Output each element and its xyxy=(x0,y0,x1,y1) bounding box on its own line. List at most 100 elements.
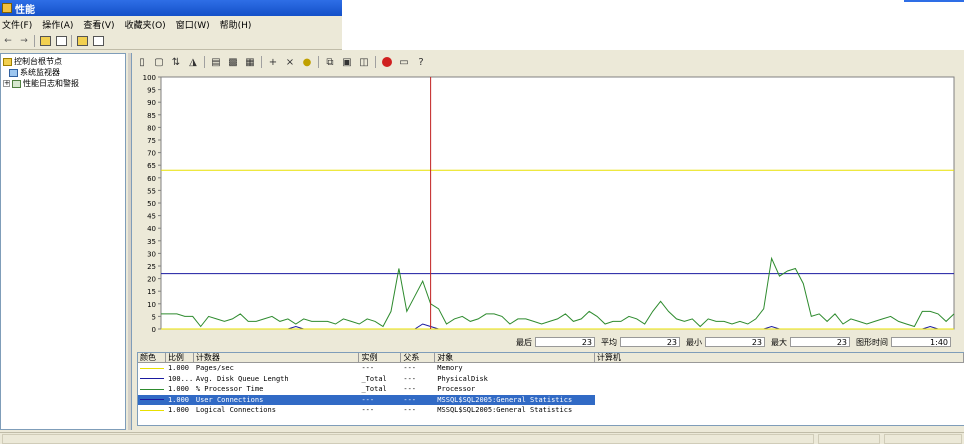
highlight-icon[interactable]: ● xyxy=(301,56,313,68)
delete-counter-icon[interactable]: × xyxy=(284,56,296,68)
folder-icon xyxy=(3,57,12,66)
new-counter-set-icon[interactable]: ▯ xyxy=(136,56,148,68)
y-tick-label: 80 xyxy=(147,124,156,132)
tree-item-system-monitor[interactable]: 系统监视器 xyxy=(3,67,123,78)
table-row[interactable]: 1.000 Pages/sec --- --- Memory xyxy=(138,363,964,374)
graph-svg: 0 5 10 15 20 25 30 35 40 45 50 55 60 65 70 75 80 85 90 95 10… xyxy=(143,74,955,334)
col-computer[interactable]: 计算机 xyxy=(595,353,964,362)
update-data-icon[interactable]: ▭ xyxy=(398,56,410,68)
table-header: 颜色 比例 计数器 实例 父系 对象 计算机 xyxy=(138,353,964,363)
toolbar-separator xyxy=(261,56,262,68)
view-log-data-icon[interactable]: ◮ xyxy=(187,56,199,68)
table-row[interactable]: 1.000 Logical Connections --- --- MSSQL$… xyxy=(138,405,964,416)
title-bar: 性能 xyxy=(0,0,342,16)
duration-label: 图形时间 xyxy=(856,337,888,347)
clear-display-icon[interactable]: ▢ xyxy=(153,56,165,68)
y-tick-label: 15 xyxy=(147,288,156,296)
up-folder-icon[interactable] xyxy=(39,35,51,47)
view-current-activity-icon[interactable]: ⇅ xyxy=(170,56,182,68)
scale-cell: 1.000 xyxy=(167,395,190,404)
color-swatch-cell xyxy=(138,395,166,406)
tree-item-root[interactable]: 控制台根节点 xyxy=(3,56,123,67)
help-icon[interactable] xyxy=(76,35,88,47)
forward-arrow-icon[interactable]: → xyxy=(18,35,30,47)
scale-cell: 1.000 xyxy=(167,364,190,372)
y-tick-label: 5 xyxy=(152,313,156,321)
table-row-selected[interactable]: 1.000 User Connections --- --- MSSQL$SQL… xyxy=(138,394,964,406)
status-pane xyxy=(2,434,814,444)
console-tree: 控制台根节点 系统监视器 + 性能日志和警报 xyxy=(0,53,126,430)
object-cell: MSSQL$SQL2005:General Statistics xyxy=(437,395,573,404)
duration-value: 1:40 xyxy=(891,337,951,347)
view-histogram-icon[interactable]: ▩ xyxy=(227,56,239,68)
object-cell: MSSQL$SQL2005:General Statistics xyxy=(437,406,573,414)
col-scale[interactable]: 比例 xyxy=(166,353,194,362)
help-icon[interactable]: ? xyxy=(415,56,427,68)
object-cell: PhysicalDisk xyxy=(437,374,488,383)
instance-cell: _Total xyxy=(361,374,387,383)
copy-properties-icon[interactable]: ⧉ xyxy=(324,56,336,68)
max-value: 23 xyxy=(790,337,850,347)
col-counter[interactable]: 计数器 xyxy=(194,353,360,362)
menu-view[interactable]: 查看(V) xyxy=(83,18,114,31)
toolbar-separator xyxy=(71,34,72,47)
monitor-toolbar: ▯ ▢ ⇅ ◮ ▤ ▩ ▦ + × ● ⧉ ▣ ◫ ▭ ? xyxy=(132,53,964,71)
plot-area xyxy=(160,76,955,330)
main-toolbar: ← → xyxy=(0,32,342,50)
parent-cell: --- xyxy=(403,374,417,383)
computer-cell xyxy=(595,363,964,374)
view-graph-icon[interactable]: ▤ xyxy=(210,56,222,68)
scale-cell: 1.000 xyxy=(167,406,190,414)
counter-cell: Logical Connections xyxy=(195,406,276,414)
toolbar-separator xyxy=(318,56,319,68)
menu-file[interactable]: 文件(F) xyxy=(2,18,32,31)
instance-cell: --- xyxy=(361,364,375,372)
counter-cell: Pages/sec xyxy=(195,364,234,372)
view-report-icon[interactable]: ▦ xyxy=(244,56,256,68)
min-label: 最小 xyxy=(686,337,702,347)
color-swatch-cell xyxy=(138,384,166,395)
status-pane xyxy=(818,434,880,444)
scale-cell: 100... xyxy=(167,374,194,383)
properties-icon[interactable]: ◫ xyxy=(358,56,370,68)
col-parent[interactable]: 父系 xyxy=(401,353,436,362)
last-value: 23 xyxy=(535,337,595,347)
monitor-icon xyxy=(9,68,18,77)
expand-plus-icon[interactable]: + xyxy=(3,80,10,87)
back-arrow-icon[interactable]: ← xyxy=(2,35,14,47)
y-tick-label: 25 xyxy=(147,263,156,271)
col-color[interactable]: 颜色 xyxy=(138,353,166,362)
color-swatch-cell xyxy=(138,363,166,374)
add-counter-icon[interactable]: + xyxy=(267,56,279,68)
parent-cell: --- xyxy=(403,364,417,372)
menu-help[interactable]: 帮助(H) xyxy=(220,18,252,31)
properties-icon[interactable] xyxy=(92,35,104,47)
object-cell: Memory xyxy=(437,364,463,372)
tree-item-perf-logs[interactable]: + 性能日志和警报 xyxy=(3,78,123,89)
freeze-display-icon[interactable] xyxy=(381,56,393,68)
col-object[interactable]: 对象 xyxy=(435,353,595,362)
color-swatch xyxy=(140,409,164,411)
table-row[interactable]: 100... Avg. Disk Queue Length _Total ---… xyxy=(138,374,964,385)
show-tree-icon[interactable] xyxy=(55,35,67,47)
y-tick-label: 40 xyxy=(147,225,156,233)
col-instance[interactable]: 实例 xyxy=(359,353,402,362)
computer-cell xyxy=(595,384,964,395)
parent-cell: --- xyxy=(403,395,417,404)
menu-favorites[interactable]: 收藏夹(O) xyxy=(125,18,166,31)
max-label: 最大 xyxy=(771,337,787,347)
y-tick-label: 55 xyxy=(147,187,156,195)
menu-action[interactable]: 操作(A) xyxy=(42,18,73,31)
instance-cell: --- xyxy=(361,395,375,404)
instance-cell: _Total xyxy=(361,385,387,393)
table-row[interactable]: 1.000 % Processor Time _Total --- Proces… xyxy=(138,384,964,395)
paste-counter-list-icon[interactable]: ▣ xyxy=(341,56,353,68)
menu-window[interactable]: 窗口(W) xyxy=(176,18,210,31)
window-edge-accent xyxy=(904,0,964,2)
computer-cell xyxy=(595,374,964,385)
counter-legend-table: 颜色 比例 计数器 实例 父系 对象 计算机 1.000 Pages/sec -… xyxy=(137,352,964,426)
color-swatch xyxy=(140,399,164,400)
color-swatch xyxy=(140,367,164,369)
y-tick-label: 20 xyxy=(147,276,156,284)
parent-cell: --- xyxy=(403,385,417,393)
